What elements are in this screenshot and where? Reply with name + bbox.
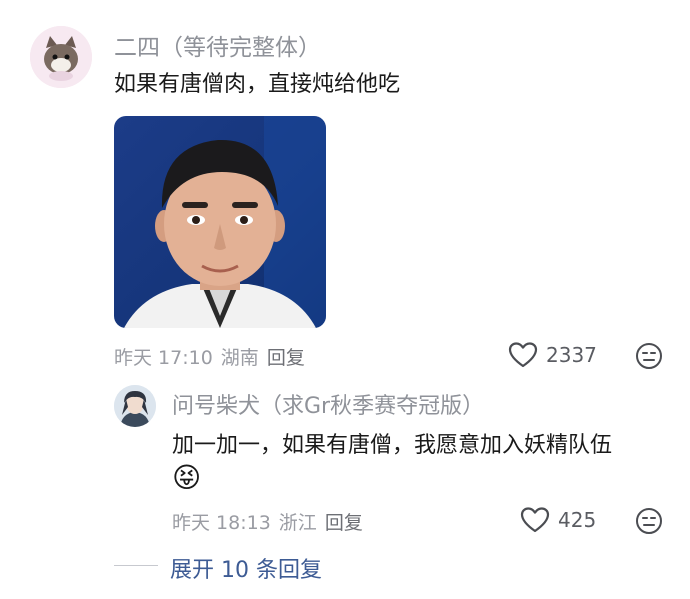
comment-location: 湖南 [220,347,259,369]
comment-like-count: 2337 [546,343,597,367]
reply-reply-button[interactable]: 回复 [325,508,363,535]
comment-meta: 昨天 17:10 湖南 回复 [114,343,305,370]
commenter-name[interactable]: 二四（等待完整体） [114,28,321,62]
comment-reply-button[interactable]: 回复 [267,343,305,370]
heart-icon [520,507,550,533]
expand-replies-button[interactable]: 展开 10 条回复 [170,552,322,584]
reply-dislike-button[interactable] [635,507,663,535]
reply-time: 昨天 18:13 [172,512,271,534]
reply-like-button[interactable]: 425 [520,506,596,534]
commenter-avatar[interactable] [30,26,92,88]
reply-like-count: 425 [558,508,597,532]
reply-location: 浙江 [278,512,317,534]
replier-avatar[interactable] [114,385,156,427]
cat-avatar-icon [30,26,92,88]
comment-text: 如果有唐僧肉，直接炖给他吃 [114,72,401,97]
dislike-face-icon [636,508,662,534]
dislike-face-icon [636,343,662,369]
comment-like-button[interactable]: 2337 [508,341,597,369]
comment-time: 昨天 17:10 [114,347,213,369]
reply-meta: 昨天 18:13 浙江 回复 [172,508,363,535]
portrait-image [114,116,326,328]
heart-icon [508,342,538,368]
comment-dislike-button[interactable] [635,342,663,370]
replier-name[interactable]: 问号柴犬（求Gr秋季赛夺冠版） [172,388,484,420]
anime-avatar-icon [114,385,156,427]
comment-image[interactable] [114,116,326,328]
expand-divider [114,565,158,566]
reply-text: 加一加一，如果有唐僧，我愿意加入妖精队伍 [172,433,613,458]
reply-emoji: 😝 [172,461,202,494]
